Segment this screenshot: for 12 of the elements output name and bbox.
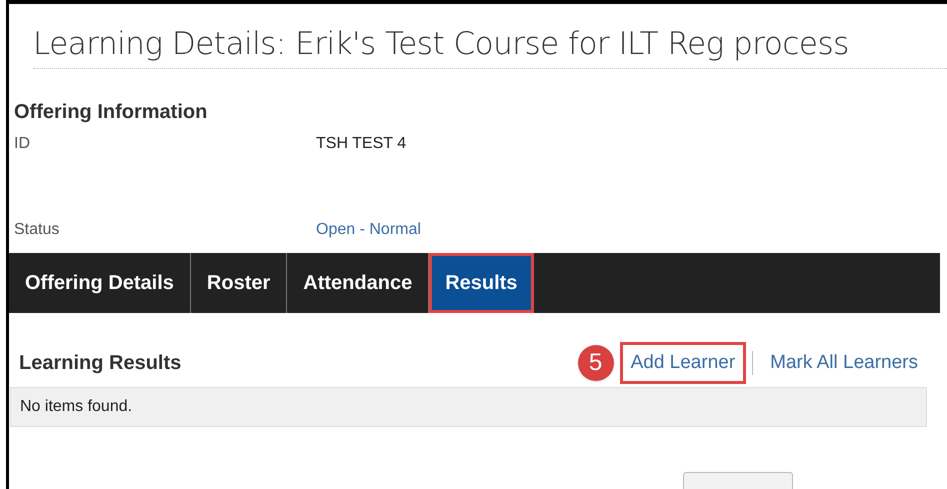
page-title: Learning Details: Erik's Test Course for ILT Reg process: [33, 25, 850, 64]
field-value: TSH TEST 4: [316, 134, 406, 154]
step-badge: 5: [578, 345, 614, 381]
tab[interactable]: Results: [429, 253, 534, 313]
status-link[interactable]: Open - Normal: [316, 218, 421, 242]
action-link[interactable]: Mark All Learners: [759, 342, 929, 384]
section-heading: Learning Results: [19, 351, 182, 376]
section-heading: Offering Information: [14, 100, 208, 125]
field-label: ID: [14, 134, 31, 154]
action-link[interactable]: Add Learner: [620, 342, 746, 384]
empty-row: No items found.: [10, 387, 927, 427]
field-label: Status: [14, 220, 60, 240]
